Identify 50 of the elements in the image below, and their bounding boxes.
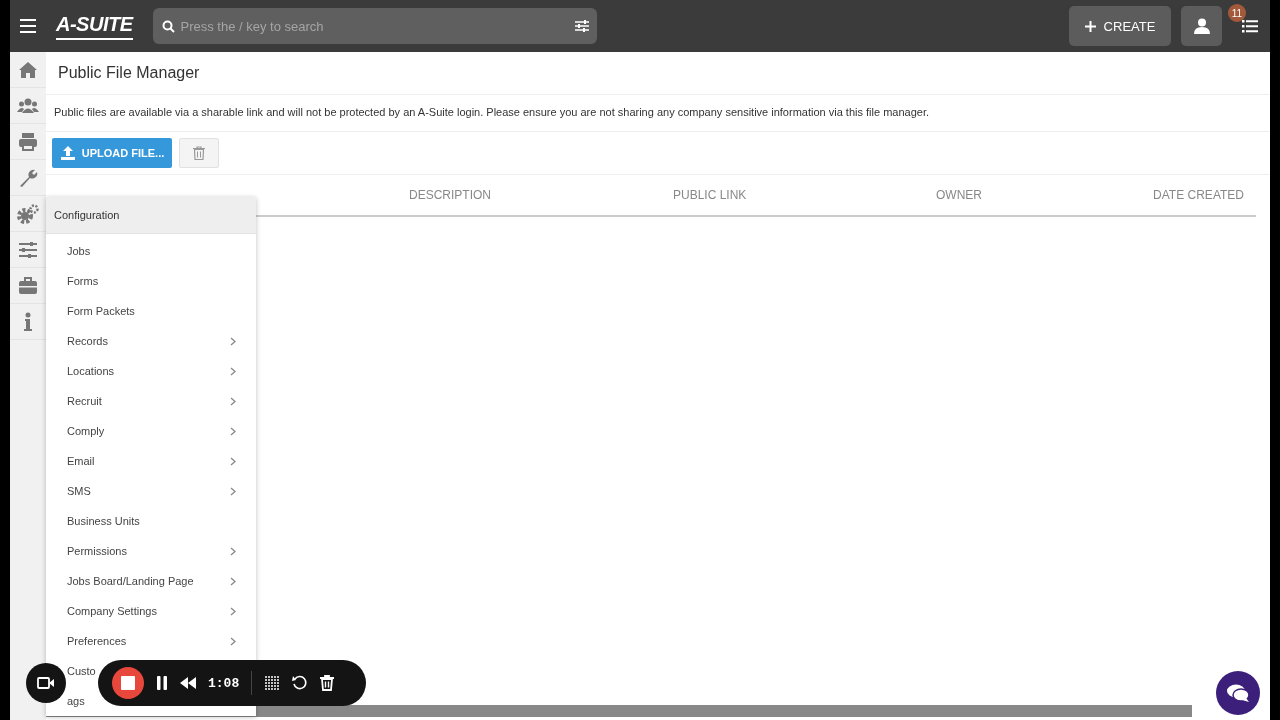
recording-time: 1:08 — [208, 675, 240, 691]
menu-item[interactable]: Form Packets — [67, 305, 135, 317]
list-icon — [1242, 19, 1258, 33]
menu-header: Configuration — [46, 197, 256, 234]
printer-icon[interactable] — [17, 130, 39, 153]
menu-item[interactable]: ags — [67, 695, 85, 707]
menu-item[interactable]: Recruit — [67, 395, 102, 407]
menu-item[interactable]: Business Units — [67, 515, 140, 527]
column-header[interactable]: OWNER — [936, 188, 1154, 202]
briefcase-icon[interactable] — [17, 274, 39, 297]
menu-item[interactable]: Custo — [67, 665, 96, 677]
menu-item[interactable]: Comply — [67, 425, 105, 437]
trash-icon[interactable] — [320, 675, 335, 691]
stop-icon — [121, 676, 135, 690]
user-icon — [1193, 18, 1210, 34]
grid-icon[interactable] — [264, 675, 281, 691]
menu-item[interactable]: Records — [67, 335, 108, 347]
menu-item[interactable]: Locations — [67, 365, 115, 377]
trash-icon — [193, 146, 205, 160]
menu-item[interactable]: Email — [67, 455, 95, 467]
search-field[interactable]: Press the / key to search — [152, 8, 597, 44]
menu-item[interactable]: Jobs Board/Landing Page — [67, 575, 194, 587]
column-header[interactable]: PUBLIC LINK — [673, 188, 936, 202]
plus-icon — [1084, 20, 1096, 32]
page-title: Public File Manager — [46, 52, 1270, 95]
menu-item[interactable]: Jobs — [67, 245, 91, 257]
rewind-icon[interactable] — [180, 677, 196, 689]
gears-icon[interactable] — [17, 202, 39, 225]
filter-icon[interactable] — [574, 20, 589, 32]
menu-item[interactable]: Preferences — [67, 635, 127, 647]
logo[interactable]: A-SUITE — [56, 12, 133, 40]
notice-text: Public files are available via a sharable link and will not be protected by an A-Suite login. Please ensure you are not sharing any company sensitive information via this file manager. — [46, 95, 1270, 132]
list-button[interactable]: 11 — [1230, 6, 1270, 46]
stop-button[interactable] — [112, 667, 144, 699]
chat-icon — [1226, 683, 1250, 703]
undo-icon[interactable] — [292, 675, 309, 691]
notification-badge: 11 — [1228, 4, 1246, 22]
upload-icon — [59, 145, 76, 161]
menu-item[interactable]: Forms — [67, 275, 99, 287]
menu-item[interactable]: SMS — [67, 485, 91, 497]
menu-item[interactable]: Permissions — [67, 545, 127, 557]
column-header[interactable]: DESCRIPTION — [409, 188, 673, 202]
pause-icon[interactable] — [156, 676, 168, 690]
menu-item[interactable]: Company Settings — [67, 605, 157, 617]
column-header[interactable]: DATE CREATED — [1153, 188, 1256, 202]
user-button[interactable] — [1181, 6, 1222, 46]
delete-button[interactable] — [179, 138, 219, 168]
create-button[interactable]: CREATE — [1069, 6, 1171, 46]
search-icon — [161, 20, 175, 33]
menu-icon[interactable] — [20, 19, 36, 33]
